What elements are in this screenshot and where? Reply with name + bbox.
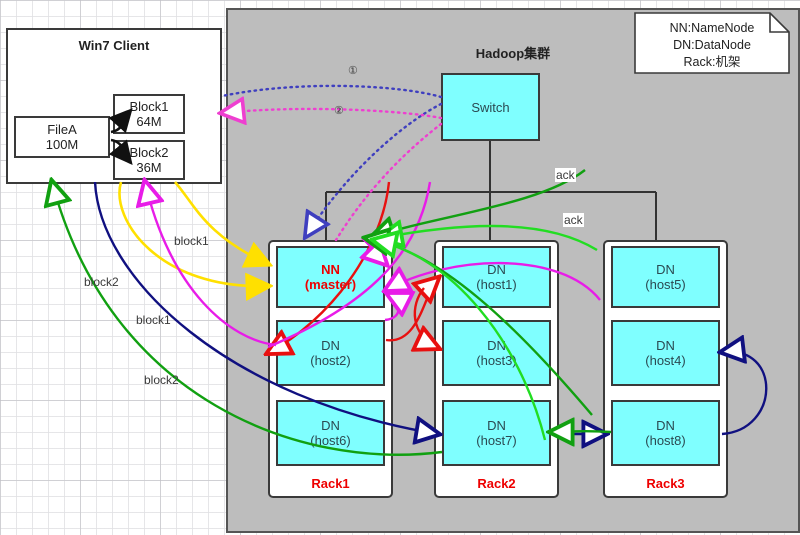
flow-navy-block2-write [93, 181, 768, 434]
label-ack-top: ack [555, 168, 576, 182]
label-block1-yellow: block1 [174, 234, 209, 248]
label-ack-bottom: ack [563, 213, 584, 227]
step-1-marker: ① [348, 65, 358, 77]
label-block2-yellow: block2 [84, 275, 119, 289]
diagram-canvas: Hadoop集群 NN:NameNode DN:DataNode Rack:机架… [0, 0, 800, 535]
label-block2-navy: block2 [144, 373, 179, 387]
data-flow-arrows [0, 84, 768, 456]
flow-red-block1-write [268, 181, 438, 353]
flow-step2-magenta-dotted [222, 109, 443, 242]
step-2-marker: ② [334, 105, 344, 117]
label-block1-red: block1 [136, 313, 171, 327]
